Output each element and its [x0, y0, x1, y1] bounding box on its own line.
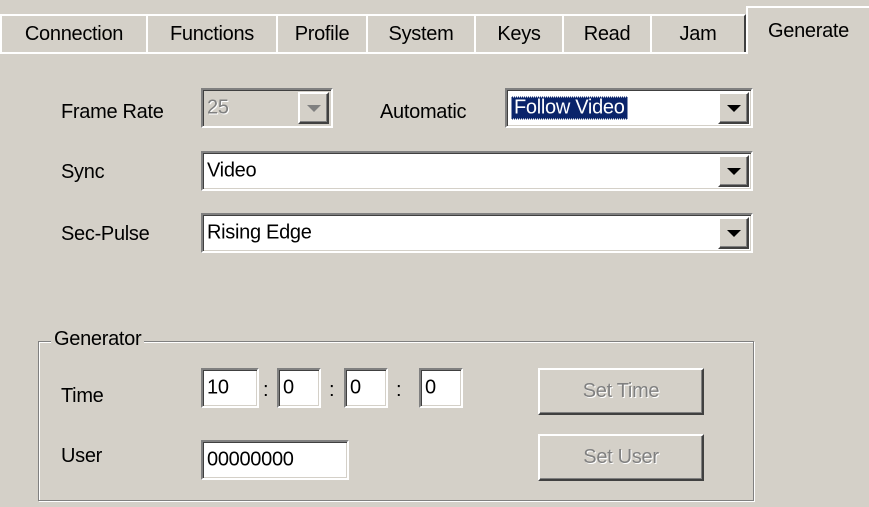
time-label: Time: [61, 385, 104, 407]
time-hours-input[interactable]: 10: [201, 368, 259, 408]
tab-read[interactable]: Read: [562, 14, 652, 52]
chevron-down-icon: [306, 104, 321, 112]
generator-group-title: Generator: [51, 328, 145, 351]
automatic-value: Follow Video: [511, 96, 628, 120]
sync-select[interactable]: Video: [201, 151, 753, 191]
set-time-label: Set Time: [582, 380, 660, 402]
time-separator: :: [329, 379, 335, 401]
tab-label: Connection: [24, 22, 124, 45]
set-user-button: Set User: [538, 434, 704, 481]
sync-label: Sync: [61, 161, 105, 183]
sync-dropdown-button[interactable]: [718, 155, 749, 187]
chevron-down-icon: [726, 229, 741, 237]
tab-jam[interactable]: Jam: [650, 14, 746, 52]
tab-profile[interactable]: Profile: [276, 14, 368, 52]
tab-label: Functions: [169, 22, 254, 45]
automatic-label: Automatic: [380, 101, 467, 123]
tab-label: System: [388, 22, 454, 45]
tab-label: Keys: [497, 22, 541, 45]
tab-label: Jam: [679, 22, 717, 45]
time-seconds-value: 0: [350, 376, 361, 399]
frame-rate-dropdown-button: [298, 92, 329, 124]
tab-system[interactable]: System: [366, 14, 476, 52]
user-bits-value: 00000000: [207, 448, 294, 471]
tab-generate[interactable]: Generate: [746, 6, 869, 54]
time-minutes-value: 0: [283, 376, 294, 399]
user-label: User: [61, 445, 103, 467]
tab-connection[interactable]: Connection: [0, 14, 148, 52]
tab-functions[interactable]: Functions: [146, 14, 278, 52]
user-bits-input[interactable]: 00000000: [201, 440, 349, 480]
time-minutes-input[interactable]: 0: [277, 368, 321, 408]
time-seconds-input[interactable]: 0: [344, 368, 388, 408]
tab-label: Generate: [768, 20, 849, 42]
frame-rate-value: 25: [207, 96, 229, 119]
automatic-select[interactable]: Follow Video: [505, 88, 753, 128]
time-hours-value: 10: [207, 376, 229, 399]
tab-panel-border: [0, 52, 746, 54]
sec-pulse-select[interactable]: Rising Edge: [201, 213, 753, 253]
frame-rate-label: Frame Rate: [61, 101, 164, 123]
set-user-label: Set User: [583, 446, 659, 468]
chevron-down-icon: [726, 104, 741, 112]
sec-pulse-dropdown-button[interactable]: [718, 217, 749, 249]
chevron-down-icon: [726, 167, 741, 175]
time-separator: :: [396, 379, 402, 401]
sec-pulse-label: Sec-Pulse: [61, 223, 150, 245]
automatic-dropdown-button[interactable]: [718, 92, 749, 124]
set-time-button: Set Time: [538, 368, 704, 415]
sec-pulse-value: Rising Edge: [207, 221, 312, 244]
frame-rate-select: 25: [201, 88, 333, 128]
time-frames-input[interactable]: 0: [419, 368, 463, 408]
tab-label: Read: [583, 22, 631, 45]
time-separator: :: [263, 379, 269, 401]
tab-keys[interactable]: Keys: [474, 14, 564, 52]
sync-value: Video: [207, 159, 257, 182]
time-frames-value: 0: [425, 376, 436, 399]
tab-label: Profile: [294, 22, 350, 45]
